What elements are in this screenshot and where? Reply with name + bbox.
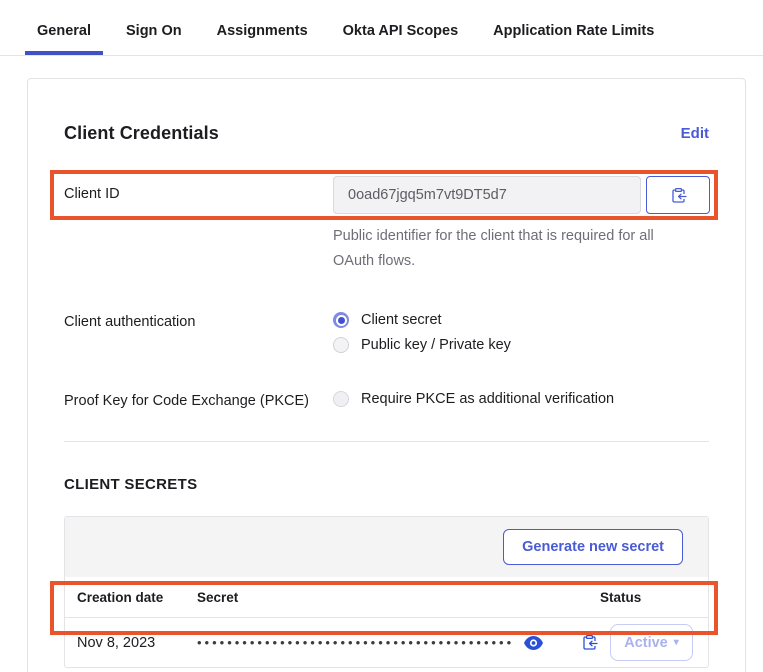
pkce-checkbox[interactable] (333, 391, 349, 407)
masked-secret-value: ••••••••••••••••••••••••••••••••••••••••… (197, 635, 514, 650)
status-cell: Active ▾ (600, 624, 696, 661)
tab-general[interactable]: General (25, 10, 103, 55)
client-id-field-group (333, 176, 710, 214)
client-id-label: Client ID (64, 176, 333, 202)
client-authentication-options: Client secret Public key / Private key (333, 304, 511, 353)
status-label: Active (624, 635, 668, 651)
client-authentication-label: Client authentication (64, 304, 333, 330)
client-secrets-toolbar: Generate new secret (65, 517, 708, 577)
secret-cell: ••••••••••••••••••••••••••••••••••••••••… (197, 634, 600, 651)
clipboard-copy-icon (670, 187, 687, 204)
copy-client-id-button[interactable] (646, 176, 710, 214)
pkce-label: Proof Key for Code Exchange (PKCE) (64, 383, 333, 409)
client-authentication-row: Client authentication Client secret Publ… (64, 304, 709, 353)
copy-secret-button[interactable] (581, 634, 598, 651)
table-header-row: Creation date Secret Status (65, 577, 708, 617)
option-client-secret-label: Client secret (361, 312, 442, 328)
client-credentials-header: Client Credentials Edit (64, 123, 709, 144)
pkce-option-label: Require PKCE as additional verification (361, 391, 614, 407)
column-header-status: Status (600, 590, 696, 605)
edit-link[interactable]: Edit (681, 125, 709, 142)
status-dropdown-button[interactable]: Active ▾ (610, 624, 693, 661)
chevron-down-icon: ▾ (674, 637, 679, 648)
option-public-private-key[interactable]: Public key / Private key (333, 337, 511, 353)
tab-sign-on[interactable]: Sign On (114, 10, 194, 55)
clipboard-copy-icon (581, 634, 598, 651)
client-secrets-table: Generate new secret Creation date Secret… (64, 516, 709, 668)
client-secrets-title: CLIENT SECRETS (64, 476, 709, 493)
general-settings-card: Client Credentials Edit Client ID Public… (27, 78, 746, 672)
table-row: Nov 8, 2023 ••••••••••••••••••••••••••••… (65, 617, 708, 667)
client-id-input[interactable] (333, 176, 641, 214)
section-divider (64, 441, 709, 442)
radio-client-secret[interactable] (333, 312, 349, 328)
pkce-row: Proof Key for Code Exchange (PKCE) Requi… (64, 383, 709, 409)
radio-public-private-key[interactable] (333, 337, 349, 353)
app-tab-bar: General Sign On Assignments Okta API Sco… (0, 0, 763, 56)
pkce-option[interactable]: Require PKCE as additional verification (333, 383, 614, 407)
eye-icon (524, 636, 543, 650)
option-public-private-key-label: Public key / Private key (361, 337, 511, 353)
tab-assignments[interactable]: Assignments (205, 10, 320, 55)
column-header-creation-date: Creation date (77, 590, 197, 605)
tab-application-rate-limits[interactable]: Application Rate Limits (481, 10, 666, 55)
client-credentials-title: Client Credentials (64, 123, 219, 144)
secret-creation-date: Nov 8, 2023 (77, 635, 197, 651)
client-id-description: Public identifier for the client that is… (333, 224, 678, 274)
option-client-secret[interactable]: Client secret (333, 312, 511, 328)
column-header-secret: Secret (197, 590, 600, 605)
client-id-row: Client ID (64, 176, 709, 214)
generate-new-secret-button[interactable]: Generate new secret (503, 529, 683, 565)
tab-okta-api-scopes[interactable]: Okta API Scopes (331, 10, 471, 55)
reveal-secret-button[interactable] (524, 636, 543, 650)
